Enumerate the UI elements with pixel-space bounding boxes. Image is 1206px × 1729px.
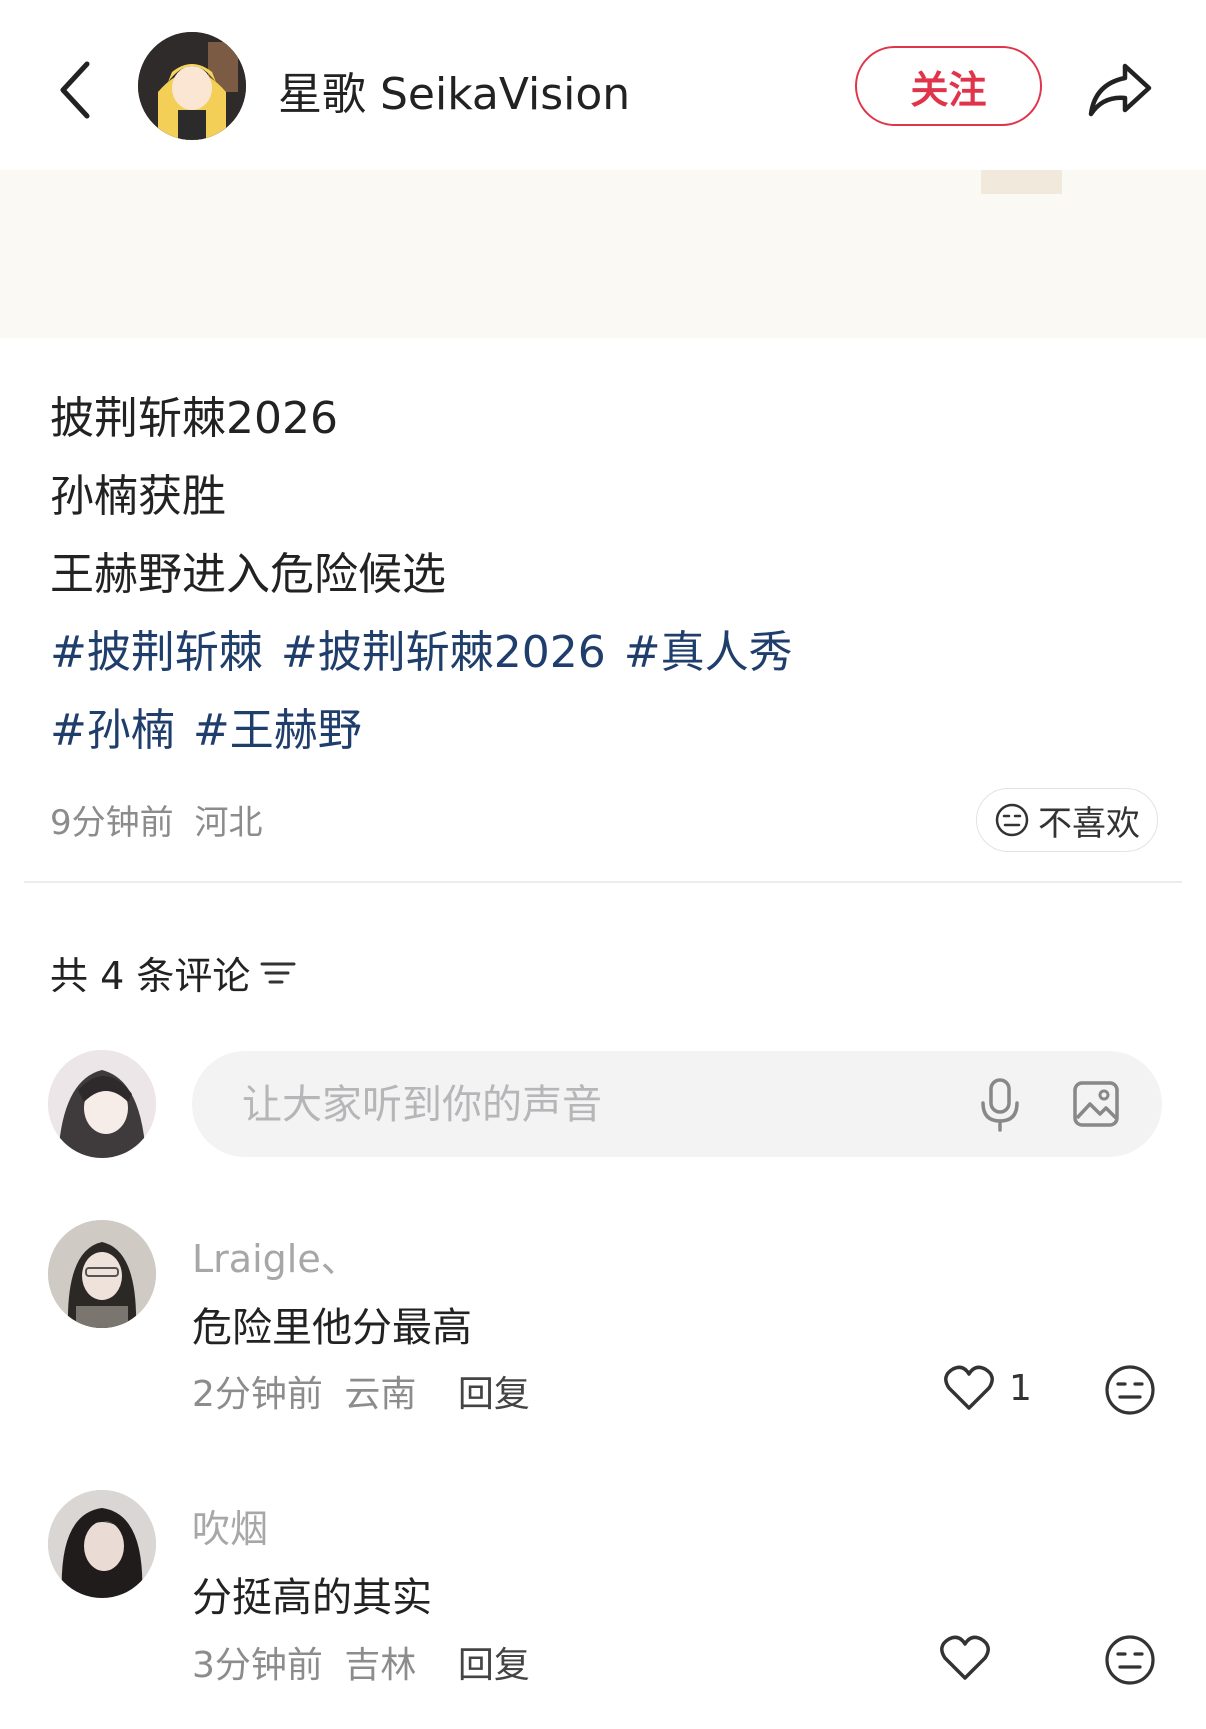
comment-dislike-button[interactable] xyxy=(1104,1634,1156,1690)
like-count: 1 xyxy=(1009,1367,1032,1409)
comment-meta: 3分钟前 吉林 回复 xyxy=(192,1636,530,1688)
comment-count-header[interactable]: 共 4 条评论 xyxy=(50,945,298,1000)
like-button[interactable]: 1 xyxy=(943,1364,1032,1412)
follow-button[interactable]: 关注 xyxy=(855,46,1042,126)
hashtag-link[interactable]: #真人秀 xyxy=(624,627,793,678)
comment-text: 分挺高的其实 xyxy=(192,1575,432,1621)
top-bar: 星歌 SeikaVision 关注 xyxy=(0,0,1206,170)
reply-button[interactable]: 回复 xyxy=(458,1645,530,1686)
meh-face-icon xyxy=(1105,1635,1155,1685)
comment-time: 3分钟前 xyxy=(192,1645,323,1686)
hashtag-link[interactable]: #孙楠 xyxy=(50,705,175,756)
meh-face-icon xyxy=(1105,1365,1155,1415)
comment-username[interactable]: 吹烟 xyxy=(192,1498,268,1553)
my-avatar xyxy=(48,1050,156,1158)
microphone-icon xyxy=(981,1078,1019,1132)
chevron-left-icon xyxy=(60,61,90,119)
author-avatar[interactable] xyxy=(138,32,246,140)
commenter-avatar[interactable] xyxy=(48,1220,156,1328)
post-tags-row-1: #披荆斩棘 #披荆斩棘2026 #真人秀 xyxy=(50,616,811,680)
post-image-accent xyxy=(981,170,1062,194)
dislike-label: 不喜欢 xyxy=(1038,803,1140,844)
like-button[interactable] xyxy=(939,1634,991,1682)
post-tags-row-2: #孙楠 #王赫野 xyxy=(50,694,380,758)
my-avatar-image xyxy=(48,1050,156,1158)
share-arrow-icon xyxy=(1088,63,1152,117)
comment-time: 2分钟前 xyxy=(192,1374,323,1415)
post-meta: 9分钟前 河北 xyxy=(50,795,262,844)
sort-lines-icon xyxy=(260,962,296,983)
hashtag-link[interactable]: #披荆斩棘2026 xyxy=(281,627,606,678)
image-upload-button[interactable] xyxy=(1066,1074,1126,1134)
post-location: 河北 xyxy=(194,803,263,843)
comment-dislike-button[interactable] xyxy=(1104,1364,1156,1420)
comment-location: 吉林 xyxy=(344,1645,417,1686)
post-time: 9分钟前 xyxy=(50,803,174,843)
hashtag-link[interactable]: #披荆斩棘 xyxy=(50,627,263,678)
commenter-avatar[interactable] xyxy=(48,1490,156,1598)
post-text-line-2: 孙楠获胜 xyxy=(50,471,226,522)
comment-count-label: 共 4 条评论 xyxy=(50,954,251,998)
comment-text: 危险里他分最高 xyxy=(192,1305,472,1351)
voice-input-button[interactable] xyxy=(970,1070,1030,1140)
post-image[interactable] xyxy=(0,170,1206,338)
comment-location: 云南 xyxy=(344,1374,417,1415)
share-button[interactable] xyxy=(1078,48,1162,132)
commenter-avatar-image xyxy=(48,1490,156,1598)
author-name[interactable]: 星歌 SeikaVision xyxy=(278,58,630,122)
divider xyxy=(24,881,1182,883)
comment-username[interactable]: Lraigle、 xyxy=(192,1228,359,1283)
meh-face-icon xyxy=(995,803,1029,837)
comment-meta: 2分钟前 云南 回复 xyxy=(192,1365,530,1417)
post-text-line-1: 披荆斩棘2026 xyxy=(50,393,338,444)
commenter-avatar-image xyxy=(48,1220,156,1328)
heart-icon xyxy=(940,1635,990,1680)
heart-icon xyxy=(944,1365,994,1410)
comment-input[interactable] xyxy=(240,1051,944,1159)
author-avatar-image xyxy=(138,32,246,140)
dislike-button[interactable]: 不喜欢 xyxy=(976,788,1158,852)
post-text-line-3: 王赫野进入危险候选 xyxy=(50,549,446,600)
hashtag-link[interactable]: #王赫野 xyxy=(193,705,362,756)
image-icon xyxy=(1073,1081,1119,1127)
reply-button[interactable]: 回复 xyxy=(458,1374,530,1415)
back-button[interactable] xyxy=(40,50,110,130)
